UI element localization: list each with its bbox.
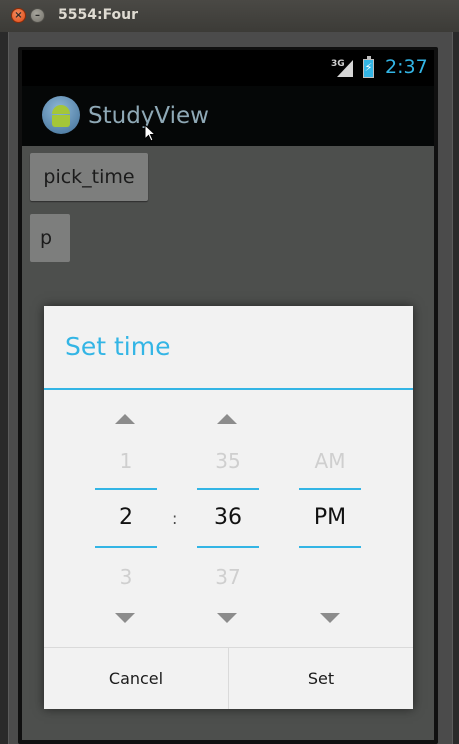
window-title: 5554:Four <box>58 7 139 23</box>
signal-icon <box>337 60 353 77</box>
close-icon: × <box>14 10 23 21</box>
android-app-icon[interactable] <box>42 96 80 134</box>
minute-selection-line-bottom <box>197 546 259 548</box>
window-titlebar: × – 5554:Four <box>0 0 459 32</box>
minute-selection-line-top <box>197 488 259 490</box>
ampm-current[interactable]: PM <box>299 505 361 530</box>
minute-prev[interactable]: 35 <box>197 449 259 473</box>
action-bar: StudyView <box>22 86 434 146</box>
android-robot-body <box>52 115 70 127</box>
ampm-prev[interactable]: AM <box>299 449 361 473</box>
charging-icon: ⚡ <box>364 61 373 74</box>
status-bar: 3G ⚡ 2:37 <box>22 50 434 86</box>
window-minimize-button[interactable]: – <box>30 8 45 23</box>
hour-selection-line-bottom <box>95 546 157 548</box>
minute-next[interactable]: 37 <box>197 565 259 589</box>
time-picker-dialog: Set time 1 2 3 : 35 36 37 AM PM Cancel S… <box>44 306 413 709</box>
window-close-button[interactable]: × <box>11 8 26 23</box>
minimize-icon: – <box>35 10 40 21</box>
hour-current[interactable]: 2 <box>95 505 157 530</box>
hour-next[interactable]: 3 <box>95 565 157 589</box>
second-button[interactable]: p <box>30 214 70 262</box>
device-screen: 3G ⚡ 2:37 StudyView pick_time p Set time… <box>22 50 434 740</box>
cancel-button[interactable]: Cancel <box>44 648 228 709</box>
android-robot-head <box>52 105 70 114</box>
pick-time-button[interactable]: pick_time <box>30 153 148 201</box>
hour-selection-line-top <box>95 488 157 490</box>
ampm-selection-line-bottom <box>299 546 361 548</box>
minute-decrement-icon[interactable] <box>217 613 237 623</box>
title-divider <box>44 388 413 390</box>
minute-current[interactable]: 36 <box>197 505 259 530</box>
status-clock: 2:37 <box>385 56 428 78</box>
hour-increment-icon[interactable] <box>115 414 135 424</box>
hour-decrement-icon[interactable] <box>115 613 135 623</box>
dialog-title: Set time <box>65 332 171 361</box>
activity-content: pick_time p Set time 1 2 3 : 35 36 37 AM <box>22 146 434 740</box>
hour-prev[interactable]: 1 <box>95 449 157 473</box>
minute-increment-icon[interactable] <box>217 414 237 424</box>
ampm-toggle-icon[interactable] <box>320 613 340 623</box>
ampm-selection-line-top <box>299 488 361 490</box>
battery-icon: ⚡ <box>363 56 374 78</box>
set-button[interactable]: Set <box>229 648 413 709</box>
mouse-pointer-icon <box>144 124 156 142</box>
time-separator: : <box>172 509 178 528</box>
